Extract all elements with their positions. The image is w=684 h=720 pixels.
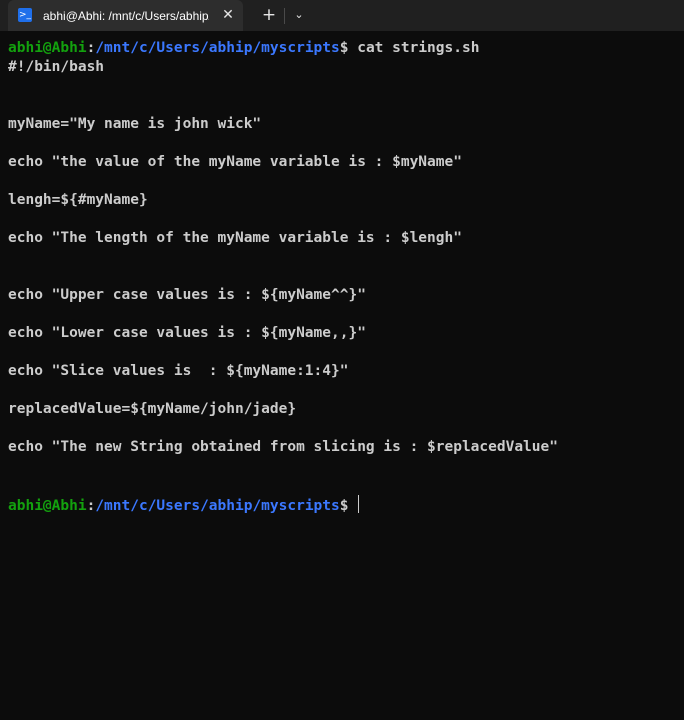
text-cursor: [358, 495, 360, 513]
output-line: echo "Slice values is : ${myName:1:4}": [8, 363, 349, 379]
prompt-line: abhi@Abhi:/mnt/c/Users/abhip/myscripts$: [8, 495, 360, 514]
command-text: cat strings.sh: [348, 40, 480, 56]
terminal-tab[interactable]: >_ abhi@Abhi: /mnt/c/Users/abhip/myscrip…: [8, 0, 243, 31]
prompt-user-host: abhi@Abhi: [8, 498, 87, 514]
output-line: echo "Lower case values is : ${myName,,}…: [8, 325, 366, 341]
tab-title: abhi@Abhi: /mnt/c/Users/abhip/myscripts: [43, 9, 209, 23]
chevron-down-icon[interactable]: ⌄: [289, 5, 309, 25]
toolbar-divider: [284, 8, 285, 24]
output-line: replacedValue=${myName/john/jade}: [8, 401, 297, 417]
close-tab-icon[interactable]: ✕: [218, 5, 238, 25]
prompt-colon: :: [86, 498, 96, 514]
output-line: echo "Upper case values is : ${myName^^}…: [8, 287, 366, 303]
title-bar: >_ abhi@Abhi: /mnt/c/Users/abhip/myscrip…: [0, 0, 684, 31]
output-line: myName="My name is john wick": [8, 116, 262, 132]
prompt-line: abhi@Abhi:/mnt/c/Users/abhip/myscripts$ …: [8, 39, 479, 58]
terminal-output[interactable]: abhi@Abhi:/mnt/c/Users/abhip/myscripts$ …: [0, 31, 684, 720]
new-tab-button[interactable]: +: [258, 5, 280, 25]
output-line: echo "The new String obtained from slici…: [8, 439, 558, 455]
output-line: lengh=${#myName}: [8, 192, 148, 208]
output-line: echo "the value of the myName variable i…: [8, 154, 462, 170]
prompt-path: /mnt/c/Users/abhip/myscripts: [95, 498, 340, 514]
prompt-colon: :: [86, 40, 96, 56]
prompt-path: /mnt/c/Users/abhip/myscripts: [95, 40, 340, 56]
powershell-icon: >_: [18, 8, 32, 22]
output-line: #!/bin/bash: [8, 59, 105, 75]
prompt-user-host: abhi@Abhi: [8, 40, 87, 56]
output-line: echo "The length of the myName variable …: [8, 230, 462, 246]
